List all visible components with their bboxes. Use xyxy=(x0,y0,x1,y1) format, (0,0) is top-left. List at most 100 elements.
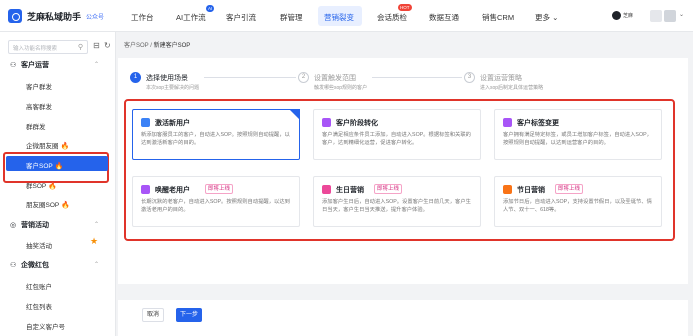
nav-session-qc[interactable]: 会话质检 xyxy=(377,12,407,23)
scenario-title: 生日营销 xyxy=(336,187,364,194)
customer-ops-icon: ⚇ xyxy=(10,62,17,69)
nav-customer-acquisition[interactable]: 客户引流 xyxy=(226,12,256,23)
sidebar-item-custom-account[interactable]: 自定义客户号 xyxy=(26,321,65,331)
scenario-card-activate-new-user[interactable]: 激活新用户 新添加客服员工的客户，自动进入SOP。按照规则自动提醒，以达到激活新… xyxy=(132,109,300,160)
menu-group-label: 营销活动 xyxy=(21,222,49,229)
menu-group-red-packet[interactable]: ⚇ 企微红包 xyxy=(10,260,49,270)
nav-sales-crm[interactable]: 销售CRM xyxy=(482,12,514,23)
step-3-desc: 进入sop后制定具体运营策略 xyxy=(480,85,544,91)
scenario-card-tag-change[interactable]: 客户标签变更 客户拥有满足特定标签，或员工增加客户标签，自动进入SOP，按照规则… xyxy=(494,109,662,160)
scenario-card-holiday[interactable]: 节日营销 即将上线 添加节日后，自动进入SOP，支持设置节假日，以及圣诞节、情人… xyxy=(494,176,662,227)
scenario-card-birthday[interactable]: 生日营销 即将上线 添加客户生日后，自动进入SOP。设置客户生日前几天，客户生日… xyxy=(313,176,481,227)
scenario-card-stage-conversion[interactable]: 客户阶段转化 客户满足相应条件员工添加，自动进入SOP。根据标签和关联的客户，达… xyxy=(313,109,481,160)
fire-icon: 🔥 xyxy=(60,143,70,150)
app-logo-icon xyxy=(8,9,22,23)
scenario-title: 唤醒老用户 xyxy=(155,187,190,194)
sidebar-item-label-text: 客户SOP xyxy=(26,163,53,170)
ai-badge: AI xyxy=(206,5,215,12)
nav-marketing[interactable]: 营销裂变 xyxy=(324,12,354,23)
scenario-title: 客户阶段转化 xyxy=(336,120,378,127)
scenario-desc: 长期沉默的老客户，自动进入SOP。按照规则自动提醒，以达到激活老用户的目的。 xyxy=(141,199,290,213)
breadcrumb-parent[interactable]: 客户SOP xyxy=(124,43,149,49)
scenario-icon xyxy=(322,185,331,194)
step-2-title: 设置触发范围 xyxy=(314,75,356,82)
breadcrumb-separator: / xyxy=(150,43,152,49)
scenario-title: 客户标签变更 xyxy=(517,120,559,127)
scenario-icon xyxy=(322,118,331,127)
chevron-down-icon: ⌄ xyxy=(679,12,685,18)
nav-data-sync[interactable]: 数据互通 xyxy=(429,12,459,23)
sidebar-item-red-packet-list[interactable]: 红包列表 xyxy=(26,301,52,311)
sidebar-item-red-packet-account[interactable]: 红包账户 xyxy=(26,281,52,291)
step-1-desc: 本次sop主要解决的问题 xyxy=(146,85,200,91)
scenario-icon xyxy=(141,118,150,127)
scenario-title: 激活新用户 xyxy=(155,120,190,127)
step-3-circle: 3 xyxy=(464,72,475,83)
footer-actions: 取消 下一步 xyxy=(118,300,688,336)
step-2-circle: 2 xyxy=(298,72,309,83)
top-bar: 芝麻私域助手 公众号 工作台 AI工作流 AI 客户引流 群管理 营销裂变 会话… xyxy=(0,0,693,32)
menu-group-marketing[interactable]: ◎ 营销活动 xyxy=(10,220,49,230)
sidebar-item-group-broadcast[interactable]: 群群发 xyxy=(26,121,46,131)
scenario-title: 节日营销 xyxy=(517,187,545,194)
filter-icon[interactable]: ⊟ xyxy=(93,41,100,50)
menu-group-label: 客户运营 xyxy=(21,62,49,69)
avatar-secondary xyxy=(664,10,676,22)
marketing-icon: ◎ xyxy=(10,222,17,229)
user-menu[interactable]: 芝麻 ⌄ xyxy=(612,9,686,23)
fire-icon: 🔥 xyxy=(48,183,57,190)
fire-icon: 🔥 xyxy=(61,202,70,209)
scenario-icon xyxy=(503,185,512,194)
nav-group-management[interactable]: 群管理 xyxy=(280,12,303,23)
sidebar-item-label: 群SOP xyxy=(26,183,47,190)
scenario-desc: 添加客户生日后，自动进入SOP。设置客户生日前几天，客户生日当天，客户生日当天推… xyxy=(322,199,471,213)
step-indicator: 1 选择使用场景 本次sop主要解决的问题 2 设置触发范围 触发哪些sop规则… xyxy=(130,72,680,94)
step-1-circle: 1 xyxy=(130,72,141,83)
search-input[interactable]: 输入功能名称搜索 ⚲ xyxy=(8,40,88,54)
sidebar-item-label: 企微朋友圈 xyxy=(26,143,59,150)
sidebar-item-group-sop[interactable]: 群SOP 🔥 xyxy=(26,180,57,190)
account-type-link[interactable]: 公众号 xyxy=(86,12,104,21)
coming-soon-badge: 即将上线 xyxy=(555,184,584,194)
chevron-up-icon[interactable]: ⌃ xyxy=(94,61,99,68)
sidebar-item-lottery[interactable]: 抽奖活动 xyxy=(26,240,52,250)
avatar xyxy=(650,10,662,22)
sidebar-item-customer-broadcast[interactable]: 客户群发 xyxy=(26,81,52,91)
app-title: 芝麻私域助手 xyxy=(27,12,82,22)
sidebar-item-customer-sop[interactable]: 客户SOP 🔥 xyxy=(6,156,108,171)
scenario-desc: 新添加客服员工的客户，自动进入SOP。按照规则自动提醒，以达到激活新客户的目的。 xyxy=(141,132,290,146)
hot-badge: HOT xyxy=(398,4,412,11)
nav-ai-workflow[interactable]: AI工作流 xyxy=(176,12,206,23)
nav-more-label: 更多 xyxy=(535,13,550,22)
menu-group-customer-ops[interactable]: ⚇ 客户运营 xyxy=(10,60,49,70)
breadcrumb: 客户SOP / 新建客户SOP xyxy=(124,40,190,49)
next-button[interactable]: 下一步 xyxy=(176,308,202,322)
coming-soon-badge: 即将上线 xyxy=(205,184,234,194)
sidebar-item-high-customer-broadcast[interactable]: 高客群发 xyxy=(26,101,52,111)
breadcrumb-current: 新建客户SOP xyxy=(153,43,191,49)
cancel-button[interactable]: 取消 xyxy=(142,308,164,322)
star-icon: ★ xyxy=(90,236,99,246)
sidebar-item-moments[interactable]: 企微朋友圈 🔥 xyxy=(26,140,69,150)
scenario-icon xyxy=(141,185,150,194)
step-1-title: 选择使用场景 xyxy=(146,75,188,82)
scenario-desc: 客户满足相应条件员工添加，自动进入SOP。根据标签和关联的客户，达到精细化运营，… xyxy=(322,132,471,146)
user-status-icon xyxy=(612,11,621,20)
selected-corner-icon xyxy=(289,109,300,120)
step-connector xyxy=(204,77,296,78)
sidebar-item-moments-sop[interactable]: 朋友圈SOP 🔥 xyxy=(26,199,70,209)
refresh-icon[interactable]: ↻ xyxy=(104,41,111,50)
sidebar-item-label: 客户SOP 🔥 xyxy=(26,160,63,170)
sidebar: 输入功能名称搜索 ⚲ ⊟ ↻ ⚇ 客户运营 ⌃ 客户群发 高客群发 群群发 企微朋… xyxy=(0,32,116,336)
chevron-up-icon[interactable]: ⌃ xyxy=(94,261,99,268)
scenario-card-wake-old-user[interactable]: 唤醒老用户 即将上线 长期沉默的老客户，自动进入SOP。按照规则自动提醒，以达到… xyxy=(132,176,300,227)
search-placeholder: 输入功能名称搜索 xyxy=(13,46,58,52)
user-name: 芝麻 xyxy=(623,13,634,19)
chevron-up-icon[interactable]: ⌃ xyxy=(94,221,99,228)
red-packet-icon: ⚇ xyxy=(10,262,17,269)
search-icon: ⚲ xyxy=(77,44,83,51)
nav-more[interactable]: 更多 ⌄ xyxy=(535,12,558,23)
coming-soon-badge: 即将上线 xyxy=(374,184,403,194)
scenario-desc: 添加节日后，自动进入SOP，支持设置节假日，以及圣诞节、情人节、双十一、618等… xyxy=(503,199,652,213)
nav-workbench[interactable]: 工作台 xyxy=(131,12,154,23)
